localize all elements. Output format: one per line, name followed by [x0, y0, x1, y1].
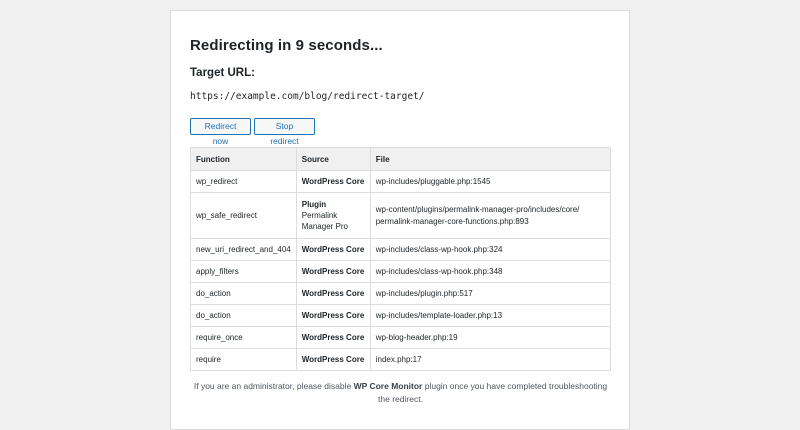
function-cell: wp_redirect — [190, 170, 297, 193]
file-cell: wp-blog-header.php:19 — [369, 326, 612, 349]
redirect-trace-table: Function Source File wp_redirect WordPre… — [190, 147, 612, 371]
function-cell: require — [190, 348, 297, 371]
source-cell: WordPress Core — [295, 238, 371, 261]
file-path-line1: wp-content/plugins/permalink-manager-pro… — [375, 204, 580, 214]
table-row: wp_safe_redirect Plugin Permalink Manage… — [190, 192, 612, 239]
table-row: apply_filters WordPress Core wp-includes… — [190, 260, 612, 283]
redirect-panel: Redirecting in 9 seconds... Target URL: … — [170, 10, 630, 430]
file-cell: wp-includes/class-wp-hook.php:324 — [369, 238, 612, 261]
table-row: require_once WordPress Core wp-blog-head… — [190, 326, 612, 349]
source-plugin-name-line2: Manager Pro — [301, 222, 348, 231]
target-url-label: Target URL: — [190, 67, 255, 79]
source-plugin-name-line1: Permalink — [301, 211, 338, 220]
header-function: Function — [190, 147, 297, 171]
plugin-name: WP Core Monitor — [353, 381, 423, 391]
file-cell: wp-includes/class-wp-hook.php:348 — [369, 260, 612, 283]
function-cell: do_action — [190, 304, 297, 327]
function-cell: wp_safe_redirect — [190, 192, 297, 239]
stop-redirect-button[interactable]: Stop redirect — [254, 118, 315, 146]
file-cell: index.php:17 — [369, 348, 612, 371]
admin-notice: If you are an administrator, please disa… — [190, 380, 611, 406]
source-cell: WordPress Core — [295, 282, 371, 305]
redirect-now-button[interactable]: Redirect now — [190, 118, 251, 146]
header-source: Source — [295, 147, 371, 171]
file-cell: wp-includes/pluggable.php:1545 — [369, 170, 612, 193]
table-row: wp_redirect WordPress Core wp-includes/p… — [190, 170, 612, 193]
header-file: File — [369, 147, 612, 171]
source-cell: Plugin Permalink Manager Pro — [295, 192, 371, 239]
file-cell: wp-includes/template-loader.php:13 — [369, 304, 612, 327]
function-cell: apply_filters — [190, 260, 297, 283]
file-cell: wp-content/plugins/permalink-manager-pro… — [369, 192, 612, 239]
page-title: Redirecting in 9 seconds... — [190, 37, 383, 54]
file-path-line2: permalink-manager-core-functions.php:893 — [375, 216, 529, 226]
source-cell: WordPress Core — [295, 348, 371, 371]
admin-notice-prefix: If you are an administrator, please disa… — [193, 381, 354, 391]
function-cell: new_uri_redirect_and_404 — [190, 238, 297, 261]
source-cell: WordPress Core — [295, 260, 371, 283]
source-type: Plugin — [301, 200, 327, 209]
table-header-row: Function Source File — [190, 147, 612, 171]
table-row: do_action WordPress Core wp-includes/plu… — [190, 282, 612, 305]
table-row: do_action WordPress Core wp-includes/tem… — [190, 304, 612, 327]
source-cell: WordPress Core — [295, 326, 371, 349]
function-cell: require_once — [190, 326, 297, 349]
file-cell: wp-includes/plugin.php:517 — [369, 282, 612, 305]
function-cell: do_action — [190, 282, 297, 305]
target-url: https://example.com/blog/redirect-target… — [190, 91, 425, 102]
table-row: require WordPress Core index.php:17 — [190, 348, 612, 371]
source-cell: WordPress Core — [295, 170, 371, 193]
table-row: new_uri_redirect_and_404 WordPress Core … — [190, 238, 612, 261]
source-cell: WordPress Core — [295, 304, 371, 327]
